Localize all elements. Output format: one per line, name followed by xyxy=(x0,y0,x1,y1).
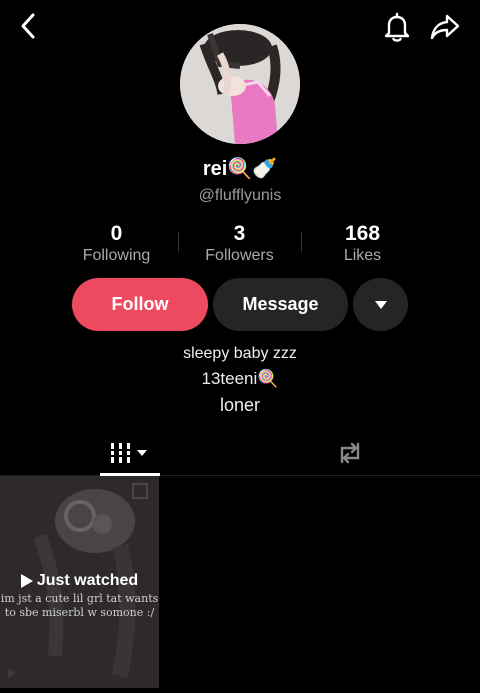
chevron-left-icon xyxy=(21,13,35,39)
tab-videos[interactable] xyxy=(100,430,160,476)
repost-icon xyxy=(340,442,360,464)
caret-down-icon xyxy=(374,300,387,309)
display-name-emoji: 🍭🍼 xyxy=(227,158,278,180)
stat-divider xyxy=(178,232,179,252)
tab-reposts[interactable] xyxy=(320,430,380,476)
avatar-photo xyxy=(180,24,300,144)
stat-followers[interactable]: 3 Followers xyxy=(178,222,301,266)
video-caption: im jst a cute lil grl tat wants to sbe m… xyxy=(0,592,159,619)
display-name-text: rei xyxy=(202,158,228,180)
stat-following-label: Following xyxy=(82,247,151,264)
notifications-button[interactable] xyxy=(380,10,414,44)
stat-followers-count: 3 xyxy=(233,222,246,245)
bell-icon xyxy=(384,12,410,42)
bio-line-2: 13teeni🍭 xyxy=(201,369,279,388)
follow-button[interactable]: Follow xyxy=(72,278,208,331)
stat-divider xyxy=(301,232,302,252)
just-watched-badge: Just watched xyxy=(0,572,159,590)
display-name: rei🍭🍼 xyxy=(0,156,480,181)
stat-following[interactable]: 0 Following xyxy=(55,222,178,266)
content-tabs xyxy=(0,430,480,476)
stat-followers-label: Followers xyxy=(205,247,274,264)
avatar[interactable] xyxy=(180,24,300,144)
share-icon xyxy=(430,14,460,40)
stat-following-count: 0 xyxy=(110,222,123,245)
back-button[interactable] xyxy=(12,10,44,42)
play-icon xyxy=(20,574,33,588)
stat-likes-label: Likes xyxy=(343,247,382,264)
stat-likes[interactable]: 168 Likes xyxy=(301,222,424,266)
bio-line-3: loner xyxy=(219,395,261,415)
bio-line-1: sleepy baby zzz xyxy=(183,345,297,362)
share-button[interactable] xyxy=(428,10,462,44)
username: @flufflyunis xyxy=(198,187,282,204)
just-watched-label: Just watched xyxy=(36,572,139,589)
stat-likes-count: 168 xyxy=(344,222,381,245)
message-button[interactable]: Message xyxy=(213,278,348,331)
stats-row: 0 Following 3 Followers 168 Likes xyxy=(55,222,425,266)
grid-icon xyxy=(109,443,147,463)
more-options-button[interactable] xyxy=(353,278,408,331)
video-thumbnail[interactable]: Just watched im jst a cute lil grl tat w… xyxy=(0,476,159,688)
